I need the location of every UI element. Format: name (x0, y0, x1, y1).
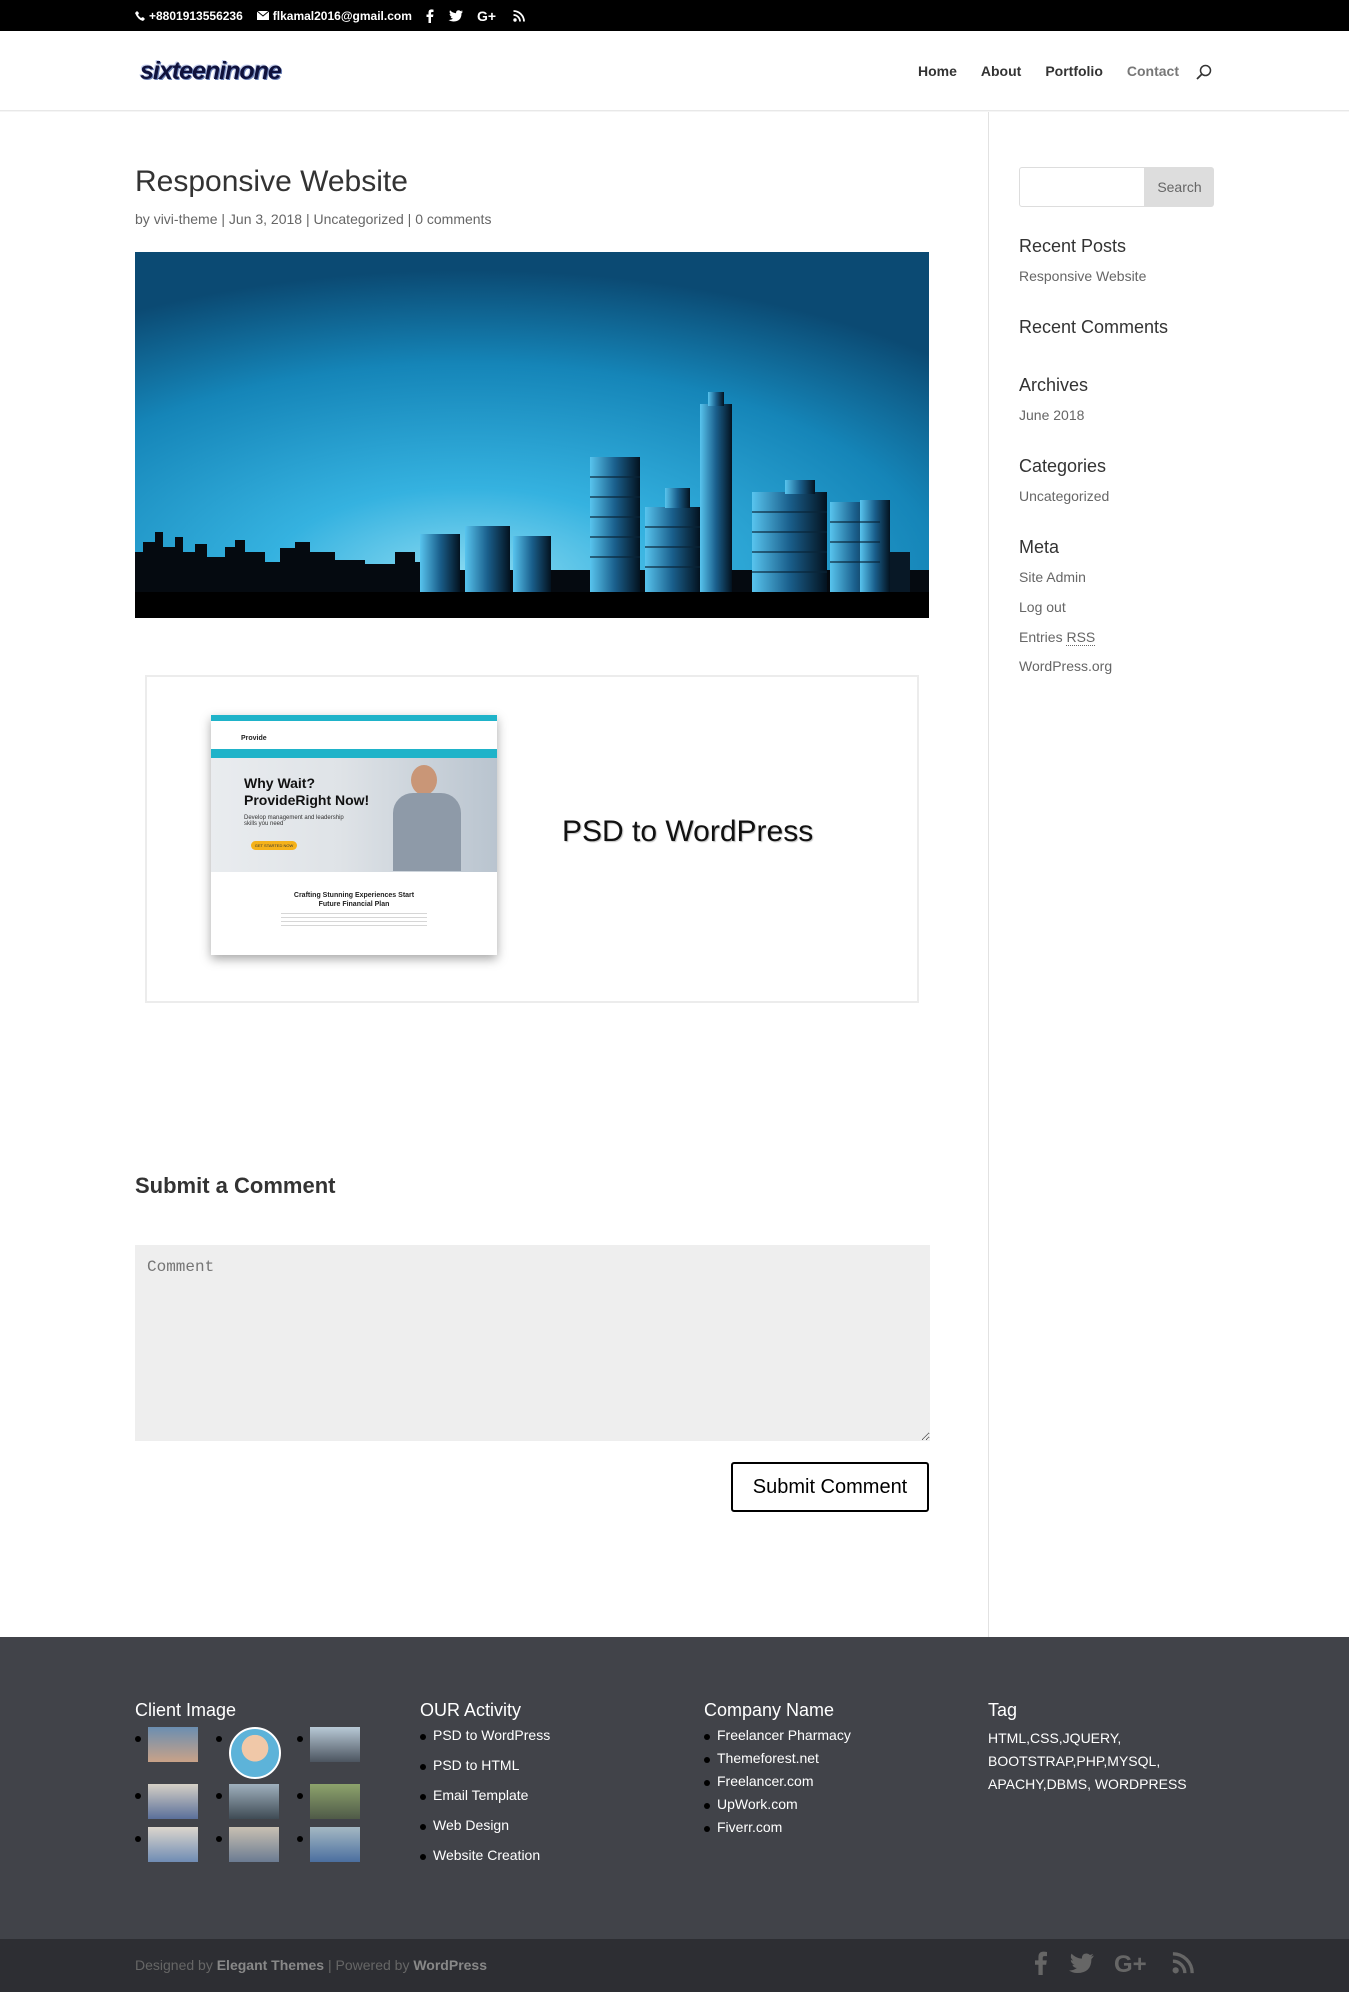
activity-item[interactable]: Email Template (420, 1787, 550, 1817)
mock-headline-2: ProvideRight Now! (244, 792, 370, 808)
post-title: Responsive Website (135, 165, 408, 198)
nav-contact[interactable]: Contact (1127, 63, 1179, 79)
sidebar-search-button[interactable]: Search (1145, 167, 1214, 207)
tag-text: HTML,CSS,JQUERY, BOOTSTRAP,PHP,MYSQL, AP… (988, 1730, 1187, 1792)
company-item[interactable]: Freelancer.com (704, 1773, 851, 1796)
footer-activity: OUR Activity PSD to WordPress PSD to HTM… (420, 1700, 550, 1877)
activity-title: OUR Activity (420, 1700, 522, 1720)
company-item[interactable]: UpWork.com (704, 1796, 851, 1819)
mock-cta: GET STARTED NOW (251, 841, 297, 850)
credit-designed-by: Designed by (135, 1957, 213, 1973)
meta-separator: | (407, 211, 412, 227)
category-link[interactable]: Uncategorized (1019, 488, 1109, 504)
company-title: Company Name (704, 1700, 835, 1720)
website-mockup-image: Provide Why Wait? ProvideRight Now! Deve… (211, 715, 497, 955)
svg-text:G+: G+ (1114, 1951, 1147, 1975)
feature-heading: PSD to WordPress (562, 815, 814, 848)
feature-box: Provide Why Wait? ProvideRight Now! Deve… (145, 675, 919, 1003)
meta-author-link[interactable]: vivi-theme (154, 211, 218, 227)
meta-comments-link[interactable]: 0 comments (415, 211, 491, 227)
featured-image (135, 252, 929, 618)
wordpress-link[interactable]: WordPress (413, 1957, 487, 1973)
activity-item[interactable]: Website Creation (420, 1847, 550, 1877)
footer-company: Company Name Freelancer Pharmacy Themefo… (704, 1700, 851, 1842)
mock-section-1: Crafting Stunning Experiences Start (293, 892, 415, 899)
meta-by: by (135, 211, 150, 227)
topbar-phone[interactable]: +8801913556236 (135, 9, 243, 23)
topbar-email[interactable]: flkamal2016@gmail.com (256, 8, 412, 23)
footer-tag: Tag HTML,CSS,JQUERY, BOOTSTRAP,PHP,MYSQL… (988, 1700, 1228, 1796)
elegant-themes-link[interactable]: Elegant Themes (217, 1957, 324, 1973)
top-bar: +8801913556236 flkamal2016@gmail.com G+ (0, 0, 1349, 31)
recent-comments-title: Recent Comments (1019, 317, 1169, 337)
twitter-icon[interactable] (1068, 1952, 1094, 1974)
comment-textarea[interactable] (135, 1245, 930, 1441)
mock-headline-1: Why Wait? (244, 775, 316, 791)
sidebar-divider (988, 112, 989, 1638)
rss-icon[interactable] (513, 9, 525, 22)
entries-label: Entries (1019, 629, 1063, 645)
mock-section-2: Future Financial Plan (318, 901, 390, 908)
activity-item[interactable]: PSD to HTML (420, 1757, 550, 1787)
site-header: sixteeninone Home About Portfolio Contac… (0, 31, 1349, 111)
rss-icon[interactable] (1172, 1952, 1194, 1974)
mock-brand: Provide (241, 735, 267, 742)
nav-portfolio[interactable]: Portfolio (1045, 63, 1103, 79)
phone-icon (135, 10, 145, 21)
nav-about[interactable]: About (981, 63, 1021, 79)
footer-client-image: Client Image (135, 1700, 236, 1727)
footer-social: G+ (1034, 1951, 1194, 1975)
comment-form-title: Submit a Comment (135, 1173, 336, 1198)
meta-date: Jun 3, 2018 (228, 211, 303, 227)
tag-title: Tag (988, 1700, 1018, 1720)
email-icon (256, 11, 269, 20)
meta-site-admin-link[interactable]: Site Admin (1019, 569, 1086, 585)
search-icon[interactable] (1196, 64, 1212, 80)
activity-item[interactable]: Web Design (420, 1817, 550, 1847)
footer-credits: Designed by Elegant Themes | Powered by … (135, 1957, 487, 1973)
site-logo[interactable]: sixteeninone (140, 57, 282, 86)
sidebar-search-input[interactable] (1019, 167, 1145, 207)
company-item[interactable]: Themeforest.net (704, 1750, 851, 1773)
client-image-title: Client Image (135, 1700, 237, 1720)
meta-wordpress-org-link[interactable]: WordPress.org (1019, 658, 1112, 674)
meta-separator: | (305, 211, 310, 227)
activity-item[interactable]: PSD to WordPress (420, 1727, 550, 1757)
meta-title: Meta (1019, 537, 1060, 557)
credit-powered-by: | Powered by (327, 1957, 410, 1973)
post-meta: by vivi-theme | Jun 3, 2018 | Uncategori… (135, 211, 491, 227)
recent-post-link[interactable]: Responsive Website (1019, 268, 1146, 284)
topbar-email-text: flkamal2016@gmail.com (272, 8, 412, 23)
main-nav: Home About Portfolio Contact (918, 63, 1179, 79)
rss-abbr: RSS (1066, 629, 1096, 646)
google-plus-icon[interactable]: G+ (477, 9, 499, 23)
mock-sub: Develop management and leadership skills… (244, 815, 344, 827)
categories-title: Categories (1019, 456, 1107, 476)
meta-category-link[interactable]: Uncategorized (314, 211, 404, 227)
nav-home[interactable]: Home (918, 63, 957, 79)
meta-entries-rss-link[interactable]: Entries RSS (1019, 629, 1096, 646)
twitter-icon[interactable] (448, 9, 463, 22)
facebook-icon[interactable] (426, 8, 434, 23)
recent-posts-title: Recent Posts (1019, 236, 1127, 256)
facebook-icon[interactable] (1034, 1951, 1048, 1975)
company-item[interactable]: Freelancer Pharmacy (704, 1727, 851, 1750)
google-plus-icon[interactable]: G+ (1114, 1951, 1152, 1975)
submit-comment-button[interactable]: Submit Comment (731, 1462, 929, 1512)
svg-text:G+: G+ (477, 9, 496, 23)
archive-link[interactable]: June 2018 (1019, 407, 1084, 423)
company-item[interactable]: Fiverr.com (704, 1819, 851, 1842)
archives-title: Archives (1019, 375, 1089, 395)
meta-separator: | (221, 211, 226, 227)
topbar-phone-text: +8801913556236 (149, 8, 243, 23)
meta-logout-link[interactable]: Log out (1019, 599, 1066, 615)
